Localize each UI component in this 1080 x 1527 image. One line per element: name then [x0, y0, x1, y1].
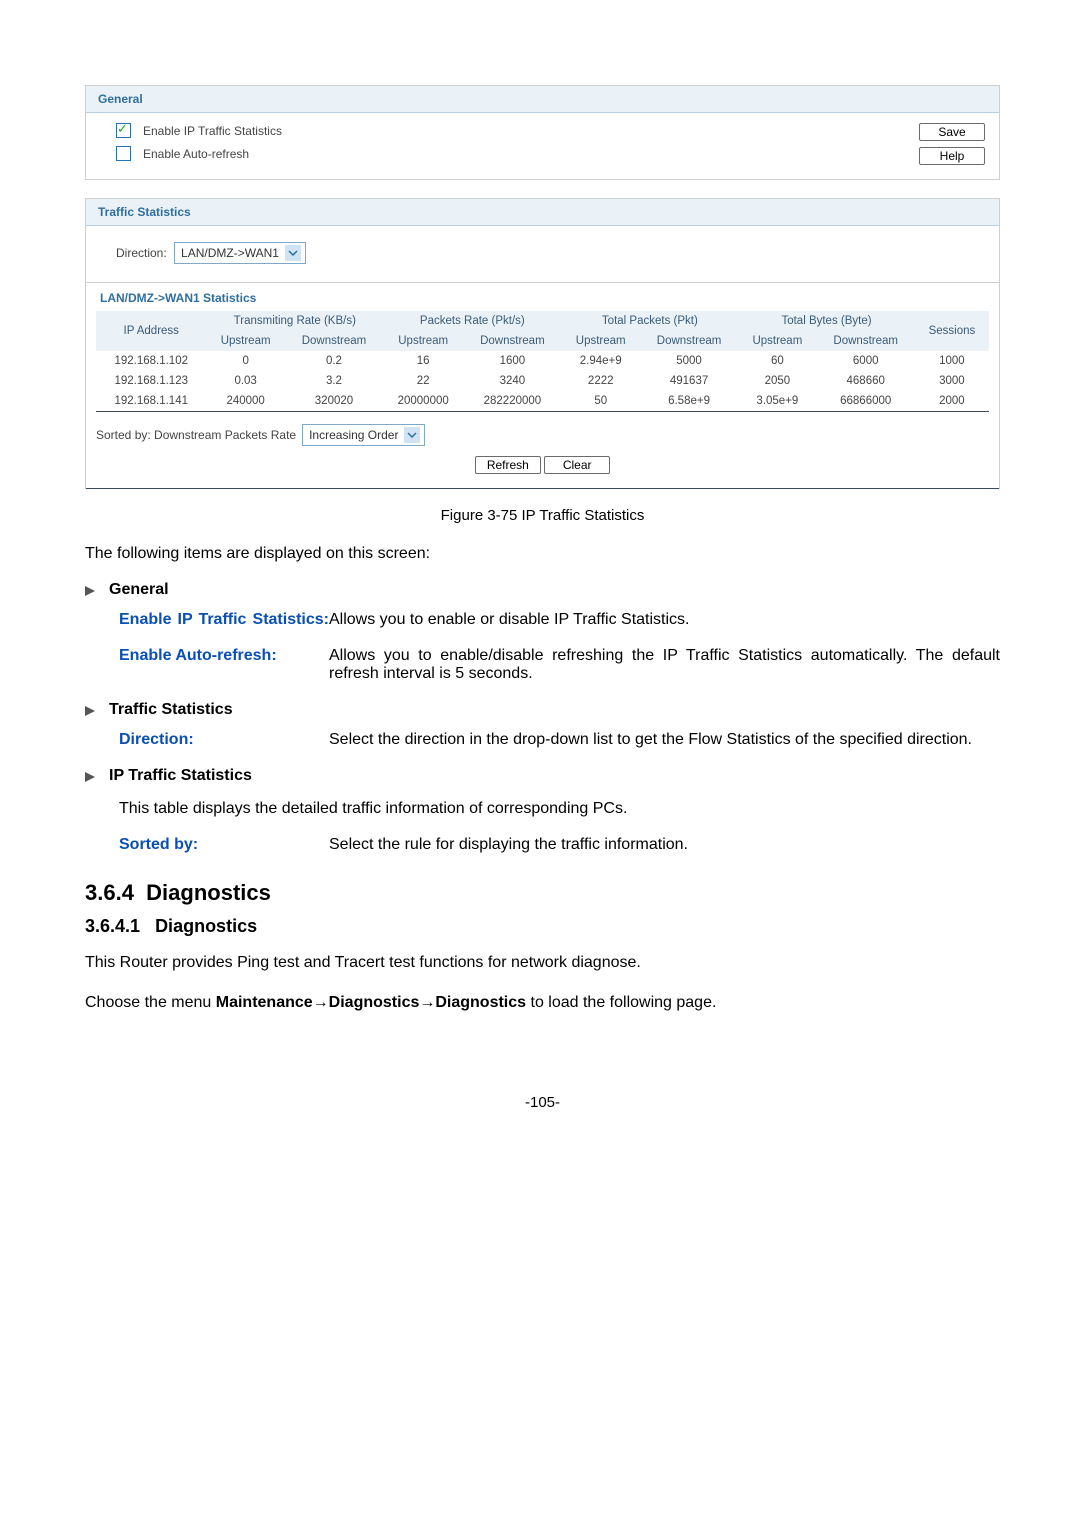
- para-router: This Router provides Ping test and Trace…: [85, 951, 1000, 974]
- table-cell: 0: [206, 351, 284, 371]
- col-down: Downstream: [285, 331, 383, 351]
- panel-general: General Save Help Enable IP Traffic Stat…: [85, 85, 1000, 180]
- table-cell: 6000: [817, 351, 915, 371]
- section-traffic: Traffic Statistics: [109, 701, 233, 719]
- desc-direction: Select the direction in the drop-down li…: [329, 731, 1000, 749]
- clear-button[interactable]: Clear: [544, 456, 610, 474]
- intro-text: The following items are displayed on thi…: [85, 542, 1000, 565]
- label-direction: Direction:: [119, 731, 329, 749]
- table-cell: 0.2: [285, 351, 383, 371]
- section-general: General: [109, 581, 169, 599]
- desc-enable-stats: Allows you to enable or disable IP Traff…: [329, 611, 1000, 629]
- chevron-down-icon: [404, 427, 420, 443]
- table-row: 192.168.1.141240000320020200000002822200…: [96, 391, 989, 411]
- table-cell: 60: [738, 351, 816, 371]
- table-row: 192.168.1.10200.21616002.94e+95000606000…: [96, 351, 989, 371]
- sort-order-value: Increasing Order: [309, 428, 398, 442]
- col-total-pkt: Total Packets (Pkt): [562, 311, 739, 331]
- table-cell: 1000: [915, 351, 989, 371]
- panel-traffic-statistics: Traffic Statistics Direction: LAN/DMZ->W…: [85, 198, 1000, 489]
- stats-section: LAN/DMZ->WAN1 Statistics IP Address Tran…: [86, 282, 999, 488]
- stats-table: IP Address Transmiting Rate (KB/s) Packe…: [96, 311, 989, 411]
- para-nav: Choose the menu Maintenance→Diagnostics→…: [85, 991, 1000, 1014]
- chevron-down-icon: [285, 245, 301, 261]
- heading-364: 3.6.4 Diagnostics: [85, 880, 1000, 906]
- col-total-bytes: Total Bytes (Byte): [738, 311, 915, 331]
- desc-enable-auto: Allows you to enable/disable refreshing …: [329, 647, 1000, 683]
- table-cell: 2.94e+9: [562, 351, 640, 371]
- panel-traffic-title: Traffic Statistics: [86, 199, 999, 226]
- label-enable-stats: Enable IP Traffic Statistics:: [119, 611, 329, 629]
- table-row: 192.168.1.1230.033.222324022224916372050…: [96, 371, 989, 391]
- table-cell: 2050: [738, 371, 816, 391]
- bullet-arrow-icon: [85, 706, 95, 716]
- enable-auto-refresh-checkbox[interactable]: [116, 146, 131, 161]
- table-cell: 16: [383, 351, 463, 371]
- table-cell: 192.168.1.102: [96, 351, 206, 371]
- heading-3641: 3.6.4.1 Diagnostics: [85, 916, 1000, 937]
- table-cell: 320020: [285, 391, 383, 411]
- sort-order-select[interactable]: Increasing Order: [302, 424, 425, 446]
- bullet-arrow-icon: [85, 586, 95, 596]
- save-button[interactable]: Save: [919, 123, 985, 141]
- page-number: -105-: [85, 1094, 1000, 1111]
- refresh-button[interactable]: Refresh: [475, 456, 541, 474]
- direction-select[interactable]: LAN/DMZ->WAN1: [174, 242, 306, 264]
- desc-sorted-by: Select the rule for displaying the traff…: [329, 836, 1000, 854]
- col-up: Upstream: [562, 331, 640, 351]
- label-sorted-by: Sorted by:: [119, 836, 329, 854]
- stats-subtitle: LAN/DMZ->WAN1 Statistics: [96, 283, 989, 311]
- col-up: Upstream: [383, 331, 463, 351]
- table-cell: 5000: [640, 351, 738, 371]
- enable-ip-traffic-label: Enable IP Traffic Statistics: [143, 124, 282, 138]
- desc-ip-table: This table displays the detailed traffic…: [119, 797, 1000, 820]
- col-trans: Transmiting Rate (KB/s): [206, 311, 383, 331]
- table-cell: 240000: [206, 391, 284, 411]
- figure-caption: Figure 3-75 IP Traffic Statistics: [85, 507, 1000, 524]
- col-sessions: Sessions: [915, 311, 989, 351]
- sorted-by-label: Sorted by: Downstream Packets Rate: [96, 428, 296, 442]
- col-pkt-rate: Packets Rate (Pkt/s): [383, 311, 561, 331]
- label-enable-auto: Enable Auto-refresh:: [119, 647, 329, 683]
- table-cell: 3.2: [285, 371, 383, 391]
- table-cell: 20000000: [383, 391, 463, 411]
- bullet-arrow-icon: [85, 772, 95, 782]
- col-down: Downstream: [817, 331, 915, 351]
- table-cell: 468660: [817, 371, 915, 391]
- col-down: Downstream: [463, 331, 561, 351]
- direction-label: Direction:: [116, 246, 167, 260]
- table-cell: 66866000: [817, 391, 915, 411]
- table-cell: 192.168.1.123: [96, 371, 206, 391]
- table-cell: 3.05e+9: [738, 391, 816, 411]
- enable-ip-traffic-checkbox[interactable]: [116, 123, 131, 138]
- table-cell: 50: [562, 391, 640, 411]
- table-cell: 2222: [562, 371, 640, 391]
- col-up: Upstream: [738, 331, 816, 351]
- table-cell: 22: [383, 371, 463, 391]
- table-cell: 3000: [915, 371, 989, 391]
- table-cell: 0.03: [206, 371, 284, 391]
- col-up: Upstream: [206, 331, 284, 351]
- table-cell: 2000: [915, 391, 989, 411]
- table-cell: 6.58e+9: [640, 391, 738, 411]
- direction-value: LAN/DMZ->WAN1: [181, 246, 279, 260]
- table-cell: 491637: [640, 371, 738, 391]
- panel-general-title: General: [86, 86, 999, 113]
- table-cell: 3240: [463, 371, 561, 391]
- table-cell: 192.168.1.141: [96, 391, 206, 411]
- section-ip-stats: IP Traffic Statistics: [109, 767, 252, 785]
- table-cell: 282220000: [463, 391, 561, 411]
- col-down: Downstream: [640, 331, 738, 351]
- help-button[interactable]: Help: [919, 147, 985, 165]
- table-cell: 1600: [463, 351, 561, 371]
- col-ip: IP Address: [96, 311, 206, 351]
- enable-auto-refresh-label: Enable Auto-refresh: [143, 147, 249, 161]
